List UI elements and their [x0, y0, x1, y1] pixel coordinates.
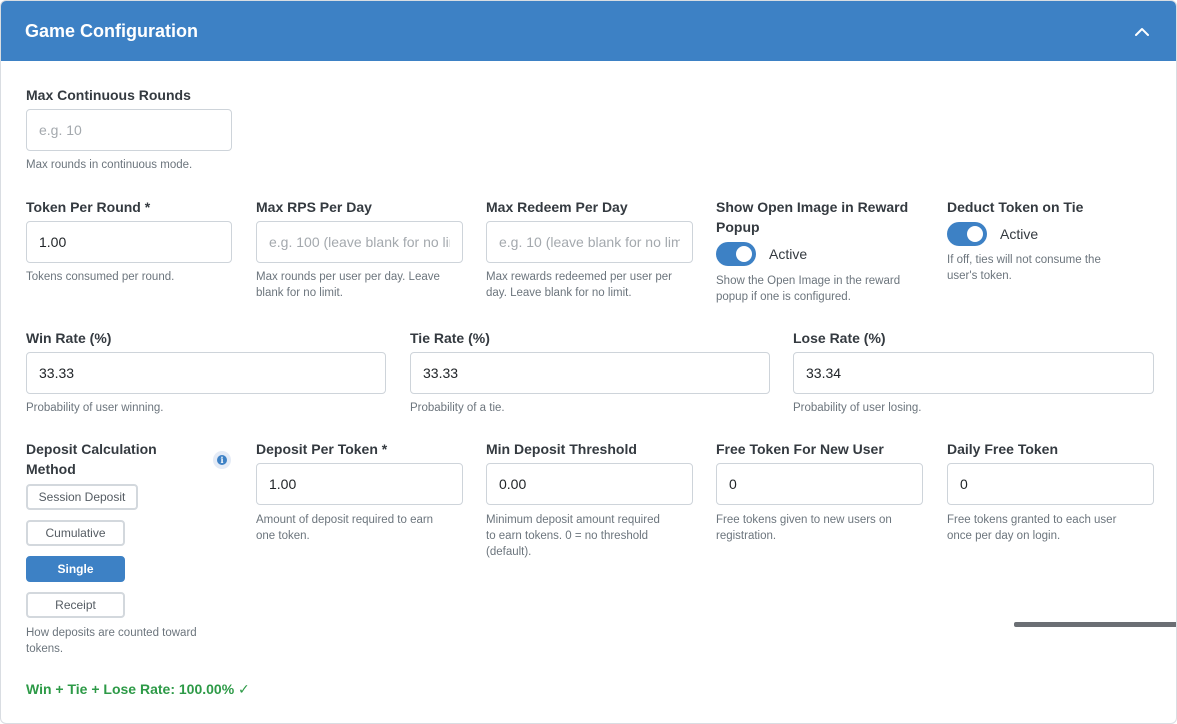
tie-rate-input[interactable] — [410, 352, 770, 394]
help-line: Free tokens given to new users on — [716, 514, 892, 526]
lose-rate-input[interactable] — [793, 352, 1154, 394]
max-rps-per-day-input[interactable] — [256, 221, 463, 263]
deduct-token-on-tie-toggle[interactable] — [947, 222, 987, 246]
deposit-calculation-method-label: Deposit Calculation Method — [26, 439, 157, 479]
help-line: once per day on login. — [947, 530, 1061, 542]
win-rate-help: Probability of user winning. — [26, 402, 164, 414]
show-open-image-toggle-row: Active — [716, 242, 807, 266]
deduct-token-on-tie-help: If off, ties will not consume the user's… — [947, 252, 1101, 284]
max-rps-per-day-label: Max RPS Per Day — [256, 199, 372, 215]
token-per-round-label: Token Per Round * — [26, 199, 151, 215]
info-icon[interactable]: i — [213, 451, 231, 469]
win-rate-input[interactable] — [26, 352, 386, 394]
help-line: to earn tokens. 0 = no threshold — [486, 530, 649, 542]
chevron-up-icon[interactable] — [1132, 21, 1152, 41]
show-open-image-help: Show the Open Image in the reward popup … — [716, 273, 900, 305]
max-continuous-rounds-input[interactable] — [26, 109, 232, 151]
help-line: user's token. — [947, 270, 1012, 282]
help-line: How deposits are counted toward — [26, 627, 197, 639]
win-rate-label: Win Rate (%) — [26, 330, 112, 346]
card-title: Game Configuration — [25, 20, 199, 41]
label-line: Show Open Image in Reward — [716, 199, 909, 215]
daily-free-token-label: Daily Free Token — [947, 441, 1059, 457]
help-line: Free tokens granted to each user — [947, 514, 1117, 526]
help-line: Max rounds per user per day. Leave — [256, 271, 440, 283]
help-line: If off, ties will not consume the — [947, 254, 1101, 266]
free-token-new-user-help: Free tokens given to new users on regist… — [716, 512, 892, 544]
label-line: Popup — [716, 219, 760, 235]
min-deposit-threshold-help: Minimum deposit amount required to earn … — [486, 512, 660, 560]
help-line: popup if one is configured. — [716, 291, 851, 303]
token-per-round-help: Tokens consumed per round. — [26, 271, 175, 283]
help-line: Minimum deposit amount required — [486, 514, 660, 526]
help-line: Max rewards redeemed per user per — [486, 271, 672, 283]
method-receipt-button[interactable]: Receipt — [26, 592, 125, 618]
horizontal-scrollbar[interactable] — [1014, 622, 1176, 627]
max-rps-per-day-help: Max rounds per user per day. Leave blank… — [256, 269, 440, 301]
help-line: one token. — [256, 530, 310, 542]
free-token-new-user-label: Free Token For New User — [716, 441, 884, 457]
max-continuous-rounds-help: Max rounds in continuous mode. — [26, 159, 193, 171]
method-cumulative-button[interactable]: Cumulative — [26, 520, 125, 546]
help-line: day. Leave blank for no limit. — [486, 287, 632, 299]
lose-rate-label: Lose Rate (%) — [793, 330, 886, 346]
max-redeem-per-day-input[interactable] — [486, 221, 693, 263]
card-header: Game Configuration — [1, 1, 1176, 61]
help-line: tokens. — [26, 643, 64, 655]
help-line: Amount of deposit required to earn — [256, 514, 434, 526]
min-deposit-threshold-label: Min Deposit Threshold — [486, 441, 637, 457]
token-per-round-input[interactable] — [26, 221, 232, 263]
method-single-button[interactable]: Single — [26, 556, 125, 582]
label-line: Method — [26, 461, 76, 477]
help-line: registration. — [716, 530, 777, 542]
game-configuration-card: Game Configuration Max Continuous Rounds… — [0, 0, 1177, 724]
show-open-image-toggle[interactable] — [716, 242, 756, 266]
help-line: blank for no limit. — [256, 287, 343, 299]
tie-rate-label: Tie Rate (%) — [410, 330, 490, 346]
method-session-deposit-button[interactable]: Session Deposit — [26, 484, 138, 510]
max-continuous-rounds-label: Max Continuous Rounds — [26, 87, 191, 103]
show-open-image-label: Show Open Image in Reward Popup — [716, 197, 908, 237]
lose-rate-help: Probability of user losing. — [793, 402, 922, 414]
help-line: Show the Open Image in the reward — [716, 275, 901, 287]
max-redeem-per-day-label: Max Redeem Per Day — [486, 199, 628, 215]
tie-rate-help: Probability of a tie. — [410, 402, 505, 414]
help-line: (default). — [486, 546, 532, 558]
daily-free-token-help: Free tokens granted to each user once pe… — [947, 512, 1116, 544]
daily-free-token-input[interactable] — [947, 463, 1154, 505]
deduct-token-on-tie-label: Deduct Token on Tie — [947, 199, 1084, 215]
label-line: Deposit Calculation — [26, 441, 157, 457]
max-redeem-per-day-help: Max rewards redeemed per user per day. L… — [486, 269, 672, 301]
deposit-per-token-label: Deposit Per Token * — [256, 441, 388, 457]
min-deposit-threshold-input[interactable] — [486, 463, 693, 505]
rate-sum-status: Win + Tie + Lose Rate: 100.00% ✓ — [26, 681, 250, 697]
show-open-image-state: Active — [769, 246, 808, 262]
deduct-token-on-tie-toggle-row: Active — [947, 222, 1038, 246]
deposit-calculation-help: How deposits are counted toward tokens. — [26, 625, 197, 657]
deduct-token-on-tie-state: Active — [1000, 226, 1039, 242]
deposit-per-token-help: Amount of deposit required to earn one t… — [256, 512, 433, 544]
free-token-new-user-input[interactable] — [716, 463, 923, 505]
deposit-per-token-input[interactable] — [256, 463, 463, 505]
